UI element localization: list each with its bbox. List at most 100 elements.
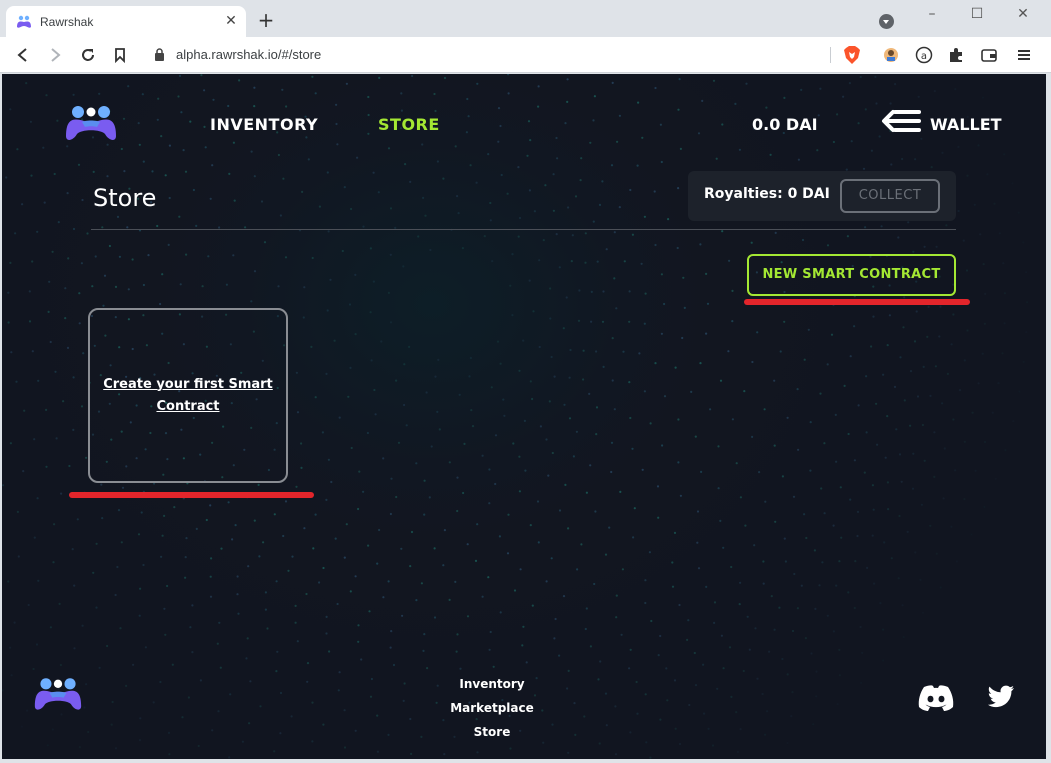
background-dot bbox=[466, 543, 469, 546]
footer-link-marketplace[interactable]: Marketplace bbox=[392, 698, 592, 722]
background-dot bbox=[592, 119, 595, 122]
reload-icon[interactable] bbox=[79, 46, 97, 64]
window-close-icon[interactable]: ✕ bbox=[1013, 6, 1033, 22]
background-dot bbox=[649, 422, 652, 425]
footer-logo-icon[interactable] bbox=[33, 676, 83, 712]
background-dot bbox=[927, 305, 930, 308]
arrow-left-icon bbox=[882, 110, 921, 132]
background-dot bbox=[423, 513, 426, 516]
background-dot bbox=[91, 285, 94, 288]
background-dot bbox=[643, 390, 647, 393]
background-dot bbox=[389, 321, 393, 324]
footer-link-inventory[interactable]: Inventory bbox=[392, 674, 592, 698]
background-dot bbox=[773, 444, 776, 447]
background-dot bbox=[902, 636, 905, 639]
background-dot bbox=[160, 555, 163, 558]
tab-search-icon[interactable] bbox=[879, 14, 894, 29]
extension-avatar-icon[interactable] bbox=[882, 46, 900, 64]
background-dot bbox=[494, 482, 497, 486]
background-dot bbox=[423, 633, 426, 636]
background-dot bbox=[232, 254, 235, 257]
background-dot bbox=[303, 527, 306, 530]
address-bar[interactable]: alpha.rawrshak.io/#/store bbox=[140, 41, 872, 69]
background-dot bbox=[901, 604, 904, 607]
maximize-icon[interactable]: ☐ bbox=[967, 6, 987, 22]
background-dot bbox=[717, 487, 720, 490]
background-dot bbox=[199, 679, 202, 682]
new-smart-contract-button[interactable]: NEW SMART CONTRACT bbox=[747, 254, 956, 296]
background-dot bbox=[906, 530, 909, 533]
collect-button[interactable]: COLLECT bbox=[840, 179, 940, 213]
background-dot bbox=[102, 304, 105, 307]
background-dot bbox=[426, 667, 429, 670]
background-dot bbox=[192, 188, 195, 192]
background-dot bbox=[137, 533, 141, 536]
background-dot bbox=[707, 727, 710, 730]
background-dot bbox=[1017, 211, 1020, 214]
background-dot bbox=[425, 391, 428, 394]
background-dot bbox=[631, 447, 634, 450]
footer-link-store[interactable]: Store bbox=[392, 722, 592, 746]
background-dot bbox=[644, 693, 647, 696]
background-dot bbox=[950, 525, 953, 528]
background-dot bbox=[818, 584, 821, 587]
background-dot bbox=[497, 107, 501, 110]
background-dot bbox=[264, 608, 267, 611]
background-dot bbox=[875, 402, 878, 405]
extension-icon[interactable] bbox=[947, 46, 965, 64]
background-dot bbox=[756, 677, 759, 680]
nav-inventory[interactable]: INVENTORY bbox=[210, 115, 318, 134]
background-dot bbox=[963, 440, 966, 443]
minimize-icon[interactable]: – bbox=[922, 6, 942, 22]
background-dot bbox=[862, 167, 866, 170]
background-dot bbox=[549, 287, 552, 290]
background-dot bbox=[629, 731, 632, 734]
new-tab-button[interactable]: + bbox=[256, 10, 276, 30]
background-dot bbox=[632, 536, 635, 539]
background-dot bbox=[488, 502, 491, 505]
background-dot bbox=[943, 447, 946, 450]
header-divider bbox=[91, 229, 956, 230]
back-icon[interactable] bbox=[14, 46, 32, 64]
wallet-icon[interactable] bbox=[980, 46, 998, 64]
background-dot bbox=[746, 615, 749, 618]
brave-shield-icon[interactable] bbox=[843, 45, 861, 65]
background-dot bbox=[523, 419, 527, 422]
background-dot bbox=[807, 328, 810, 331]
background-dot bbox=[628, 320, 631, 323]
background-dot bbox=[1011, 182, 1014, 185]
background-dot bbox=[567, 527, 570, 530]
browser-tab[interactable]: Rawrshak ✕ bbox=[6, 6, 246, 37]
wallet-button[interactable]: WALLET bbox=[881, 108, 1002, 140]
background-dot bbox=[455, 650, 458, 653]
background-dot bbox=[327, 230, 330, 233]
rawrshak-logo-icon[interactable] bbox=[64, 104, 118, 142]
background-dot bbox=[846, 235, 850, 238]
forward-icon[interactable] bbox=[46, 46, 64, 64]
account-icon[interactable]: a bbox=[915, 46, 933, 64]
background-dot bbox=[667, 218, 670, 221]
background-dot bbox=[654, 86, 657, 90]
bookmark-icon[interactable] bbox=[111, 46, 129, 64]
background-dot bbox=[545, 438, 548, 441]
background-dot bbox=[322, 566, 325, 570]
create-contract-card[interactable]: Create your first Smart Contract bbox=[88, 308, 288, 483]
background-dot bbox=[305, 136, 308, 139]
tab-close-icon[interactable]: ✕ bbox=[222, 12, 240, 30]
background-dot bbox=[228, 172, 231, 175]
background-dot bbox=[744, 524, 747, 527]
background-dot bbox=[998, 232, 1001, 235]
background-dot bbox=[185, 537, 188, 540]
background-dot bbox=[111, 700, 114, 704]
background-dot bbox=[727, 350, 730, 353]
menu-icon[interactable] bbox=[1015, 46, 1033, 64]
discord-icon[interactable] bbox=[917, 684, 955, 712]
background-dot bbox=[786, 416, 789, 419]
twitter-icon[interactable] bbox=[987, 685, 1015, 709]
background-dot bbox=[909, 424, 912, 427]
background-dot bbox=[377, 191, 380, 194]
create-contract-link[interactable]: Create your first Smart Contract bbox=[98, 374, 278, 418]
background-dot bbox=[549, 317, 552, 320]
background-dot bbox=[387, 580, 390, 583]
nav-store[interactable]: STORE bbox=[378, 115, 440, 134]
